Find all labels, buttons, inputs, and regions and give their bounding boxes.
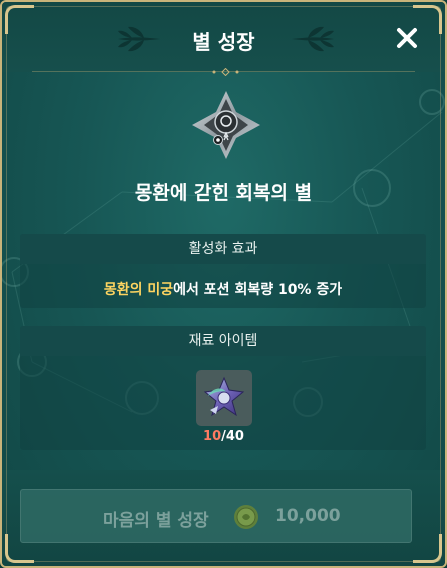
effect-section-title: 활성화 효과 bbox=[20, 234, 426, 264]
effect-location-highlight: 몽환의 미궁 bbox=[103, 282, 174, 298]
divider-ornament-icon bbox=[212, 68, 239, 76]
material-owned-count: 10 bbox=[203, 429, 222, 444]
material-count: 10/40 bbox=[2, 429, 445, 444]
star-name: 몽환에 갇힌 회복의 별 bbox=[134, 182, 313, 204]
materials-section-title: 재료 아이템 bbox=[20, 326, 426, 356]
star-fragment-icon bbox=[203, 376, 245, 417]
growth-cost: 10,000 bbox=[275, 506, 341, 526]
coin-icon bbox=[234, 505, 258, 529]
star-growth-dialog: 별 성장 몽환에 갇힌 회복의 별 활성화 효과 몽환의 미궁에서 포션 회복량… bbox=[0, 0, 447, 568]
effect-description: 몽환의 미궁에서 포션 회복량 10% 증가 bbox=[20, 279, 426, 299]
star-growth-button-label: 마음의 별 성장 bbox=[103, 511, 209, 531]
star-growth-button[interactable]: 마음의 별 성장 10,000 bbox=[20, 489, 412, 543]
star-emblem-icon bbox=[192, 91, 260, 159]
material-item-slot[interactable] bbox=[196, 370, 252, 426]
effect-text: 에서 포션 회복량 10% 증가 bbox=[173, 282, 343, 298]
dialog-title: 별 성장 bbox=[192, 30, 255, 54]
material-required-count: 40 bbox=[225, 429, 244, 444]
close-icon[interactable] bbox=[395, 26, 419, 50]
